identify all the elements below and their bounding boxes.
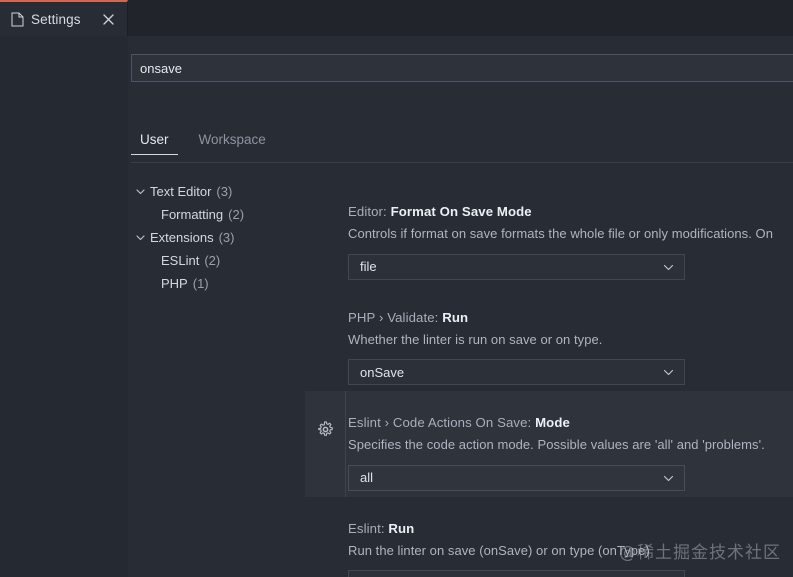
setting-title-key: Format On Save Mode xyxy=(391,204,532,219)
tab-bar-empty-space xyxy=(128,0,793,36)
setting-title-key: Mode xyxy=(535,415,570,430)
setting-side-rule xyxy=(345,391,346,497)
setting-title-prefix: Eslint › Code Actions On Save: xyxy=(348,415,531,430)
setting-title-prefix: Eslint: xyxy=(348,521,385,536)
dropdown-value: file xyxy=(360,259,377,274)
tree-item-label: Text Editor xyxy=(150,184,211,199)
setting-side-rule xyxy=(345,497,346,577)
tree-item-count: (2) xyxy=(204,253,220,268)
setting-control: onSave xyxy=(348,359,793,385)
setting-description: Run the linter on save (onSave) or on ty… xyxy=(348,542,793,560)
settings-editor-body: User Workspace Text Editor (3) Formattin… xyxy=(0,36,793,577)
editor-tab-bar: Settings xyxy=(0,0,793,36)
setting-title-prefix: Editor: xyxy=(348,204,387,219)
tree-item-label: ESLint xyxy=(161,253,199,268)
setting-row-php-validate-run: PHP › Validate: Run Whether the linter i… xyxy=(305,286,793,392)
settings-category-tree: Text Editor (3) Formatting (2) Extension… xyxy=(132,180,332,295)
setting-row-editor-format-on-save-mode: Editor: Format On Save Mode Controls if … xyxy=(305,180,793,286)
dropdown-eslint-run[interactable]: onType xyxy=(348,570,685,577)
setting-control: file xyxy=(348,254,793,280)
tree-item-count: (1) xyxy=(193,276,209,291)
dropdown-value: all xyxy=(360,470,373,485)
setting-description: Whether the linter is run on save or on … xyxy=(348,331,793,349)
tree-item-count: (3) xyxy=(216,184,232,199)
close-icon[interactable] xyxy=(100,11,117,28)
settings-window: Settings User Workspace xyxy=(0,0,793,577)
tree-item-label: PHP xyxy=(161,276,188,291)
setting-title: Editor: Format On Save Mode xyxy=(348,204,793,219)
setting-side-rule xyxy=(345,180,346,286)
setting-title-key: Run xyxy=(388,521,414,536)
chevron-down-icon[interactable] xyxy=(662,471,675,484)
tree-item-label: Formatting xyxy=(161,207,223,222)
tab-settings[interactable]: Settings xyxy=(0,0,128,36)
tree-item-count: (3) xyxy=(219,230,235,245)
setting-title: Eslint › Code Actions On Save: Mode xyxy=(348,415,793,430)
setting-control: onType xyxy=(348,570,793,577)
setting-title: PHP › Validate: Run xyxy=(348,310,793,325)
dropdown-format-on-save-mode[interactable]: file xyxy=(348,254,685,280)
setting-title-key: Run xyxy=(442,310,468,325)
file-icon xyxy=(11,12,24,27)
search-input[interactable] xyxy=(131,54,793,82)
setting-side-rule xyxy=(345,286,346,392)
chevron-down-icon[interactable] xyxy=(662,366,675,379)
tree-item-php[interactable]: PHP (1) xyxy=(132,272,332,295)
setting-control: all xyxy=(348,465,793,491)
dropdown-value: onSave xyxy=(360,365,404,380)
setting-description: Specifies the code action mode. Possible… xyxy=(348,436,793,454)
chevron-down-icon[interactable] xyxy=(662,260,675,273)
chevron-down-icon[interactable] xyxy=(132,229,149,246)
tab-user[interactable]: User xyxy=(131,132,178,155)
settings-search xyxy=(131,54,793,82)
setting-description: Controls if format on save formats the w… xyxy=(348,225,793,243)
tab-workspace[interactable]: Workspace xyxy=(190,132,275,155)
tree-item-extensions[interactable]: Extensions (3) xyxy=(132,226,332,249)
chevron-down-icon[interactable] xyxy=(132,183,149,200)
tree-item-count: (2) xyxy=(228,207,244,222)
tree-item-formatting[interactable]: Formatting (2) xyxy=(132,203,332,226)
setting-row-eslint-run: Eslint: Run Run the linter on save (onSa… xyxy=(305,497,793,577)
tab-label: Settings xyxy=(31,12,93,27)
left-gutter xyxy=(0,36,128,577)
tree-item-eslint[interactable]: ESLint (2) xyxy=(132,249,332,272)
setting-title: Eslint: Run xyxy=(348,521,793,536)
scope-tab-list: User Workspace xyxy=(131,132,275,162)
settings-list: Editor: Format On Save Mode Controls if … xyxy=(305,180,793,577)
gear-icon[interactable] xyxy=(317,421,334,438)
setting-title-prefix: PHP › Validate: xyxy=(348,310,438,325)
scope-tabs-divider xyxy=(131,162,793,163)
dropdown-php-validate-run[interactable]: onSave xyxy=(348,359,685,385)
dropdown-eslint-code-actions-on-save-mode[interactable]: all xyxy=(348,465,685,491)
tree-item-text-editor[interactable]: Text Editor (3) xyxy=(132,180,332,203)
tree-item-label: Extensions xyxy=(150,230,214,245)
setting-row-eslint-code-actions-on-save-mode: Eslint › Code Actions On Save: Mode Spec… xyxy=(305,391,793,497)
